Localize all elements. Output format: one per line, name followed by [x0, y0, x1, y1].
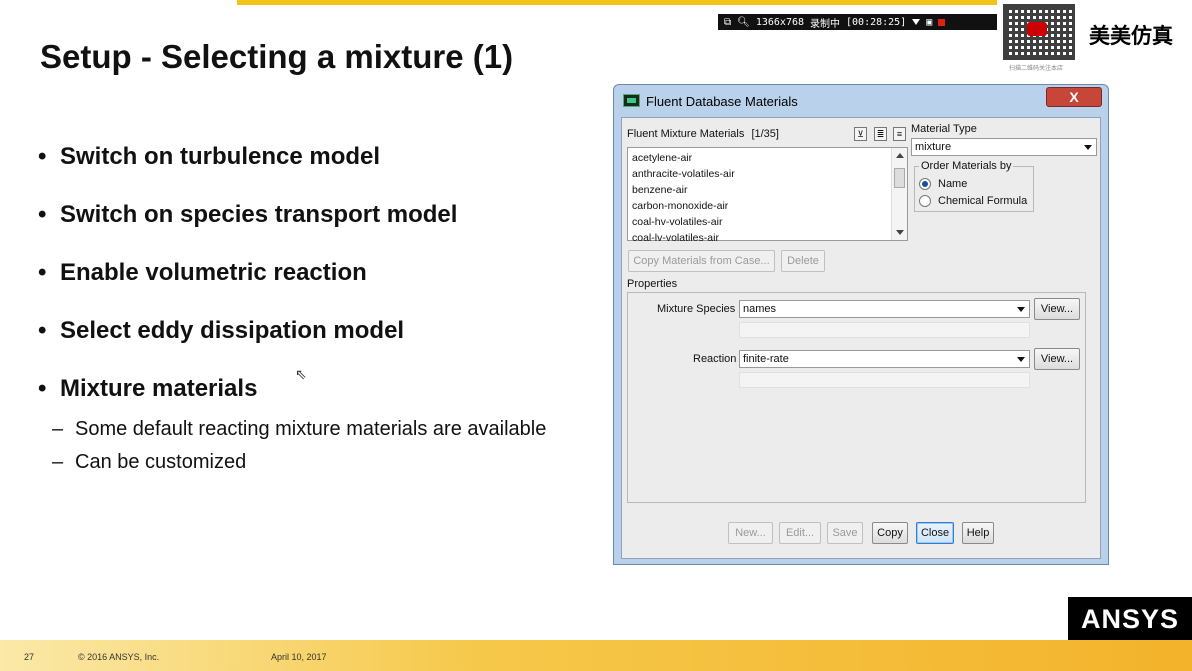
recorder-time: [00:28:25] [846, 16, 907, 28]
mixture-species-value: names [743, 303, 777, 315]
new-button[interactable]: New... [728, 522, 773, 544]
watermark-brand: 美美仿真 [1089, 24, 1173, 48]
reaction-view-button[interactable]: View... [1034, 348, 1080, 370]
qr-logo-icon [1027, 22, 1047, 36]
close-button[interactable]: Close [916, 522, 954, 544]
screen-recorder-bar: ⧉ 🔍︎ 1366x768 录制中 [00:28:25] ▣ [718, 14, 998, 30]
dash-marker: – [52, 451, 64, 473]
window-close-button[interactable]: X [1046, 87, 1102, 107]
recorder-resolution: 1366x768 [755, 16, 805, 28]
order-materials-label: Order Materials by [919, 160, 1014, 172]
copyright: © 2016 ANSYS, Inc. [78, 652, 160, 662]
list-label-text: Fluent Mixture Materials [627, 128, 745, 140]
dialog-titlebar[interactable]: Fluent Database Materials X [614, 85, 1108, 117]
slide-title: Setup - Selecting a mixture (1) [40, 38, 514, 75]
list-item[interactable]: coal-lv-volatiles-air [628, 230, 907, 246]
stop-icon [938, 18, 946, 26]
order-formula-label: Chemical Formula [938, 195, 1028, 207]
reaction-select[interactable]: finite-rate [739, 350, 1030, 368]
top-accent-stripe [237, 0, 997, 5]
mixture-materials-label: Fluent Mixture Materials [1/35] [627, 128, 779, 140]
bullet-item: Switch on species transport model [38, 201, 558, 259]
watermark: 美美仿真 扫描二维码关注本店 [997, 0, 1192, 75]
mixture-species-view-button[interactable]: View... [1034, 298, 1080, 320]
window-icon: ⧉ [724, 16, 732, 28]
save-button[interactable]: Save [827, 522, 863, 544]
camera-icon: ▣ [926, 16, 933, 28]
order-name-radio[interactable] [919, 178, 931, 190]
reaction-edit-field [739, 372, 1030, 388]
list-item[interactable]: coal-hv-volatiles-air [628, 214, 907, 230]
material-type-select[interactable]: mixture [911, 138, 1097, 156]
material-type-value: mixture [915, 141, 952, 153]
bullet-item: Switch on turbulence model [38, 143, 558, 201]
page-number: 27 [24, 652, 35, 662]
copy-materials-from-case-button[interactable]: Copy Materials from Case... [628, 250, 775, 272]
bullet-item: Enable volumetric reaction [38, 259, 558, 317]
sub-bullet-item: – Can be customized [38, 448, 558, 476]
mixture-species-label: Mixture Species [657, 303, 736, 315]
sub-bullet-text: Some default reacting mixture materials … [75, 418, 547, 440]
slide-footer: 27 © 2016 ANSYS, Inc. April 10, 2017 [0, 640, 1192, 671]
properties-label: Properties [627, 278, 678, 290]
chevron-down-icon [1084, 145, 1092, 150]
fluent-app-icon [623, 94, 640, 107]
slide-date: April 10, 2017 [271, 652, 327, 662]
scroll-up-icon[interactable] [896, 153, 904, 158]
fluent-database-materials-dialog: Fluent Database Materials X Fluent Mixtu… [613, 84, 1109, 565]
watermark-caption: 扫描二维码关注本店 [1009, 65, 1064, 72]
mixture-species-select[interactable]: names [739, 300, 1030, 318]
chevron-down-icon [1017, 357, 1025, 362]
mixture-species-edit-field [739, 322, 1030, 338]
material-type-label: Material Type [911, 123, 977, 135]
reaction-value: finite-rate [743, 353, 789, 365]
list-scrollbar[interactable] [891, 148, 907, 240]
order-formula-radio[interactable] [919, 195, 931, 207]
reaction-label: Reaction [693, 353, 737, 365]
sub-bullet-text: Can be customized [75, 451, 247, 473]
delete-button[interactable]: Delete [781, 250, 825, 272]
list-item[interactable]: anthracite-volatiles-air [628, 166, 907, 182]
select-all-icon[interactable]: ⊻ [854, 127, 867, 141]
order-name-label: Name [938, 178, 968, 190]
sub-bullet-item: – Some default reacting mixture material… [38, 415, 558, 443]
dialog-client-area: Fluent Mixture Materials [1/35] ⊻ ≣ ≡ ac… [621, 117, 1101, 559]
scroll-thumb[interactable] [894, 168, 905, 188]
dialog-title: Fluent Database Materials [646, 94, 798, 109]
copy-button[interactable]: Copy [872, 522, 908, 544]
dropdown-icon [912, 19, 921, 25]
list-options-icon[interactable]: ≣ [874, 127, 887, 141]
list-item[interactable]: benzene-air [628, 182, 907, 198]
bullet-list: Switch on turbulence model Switch on spe… [38, 143, 558, 476]
dash-marker: – [52, 418, 64, 440]
list-item[interactable]: carbon-monoxide-air [628, 198, 907, 214]
recorder-status: 录制中 [810, 18, 841, 30]
help-button[interactable]: Help [962, 522, 994, 544]
magnifier-icon: 🔍︎ [737, 16, 750, 28]
list-count: [1/35] [751, 128, 779, 140]
mouse-pointer-icon: ⇖ [295, 366, 307, 382]
edit-button[interactable]: Edit... [779, 522, 821, 544]
ansys-logo: ANSYS [1068, 597, 1192, 642]
chevron-down-icon [1017, 307, 1025, 312]
list-item[interactable]: acetylene-air [628, 150, 907, 166]
deselect-all-icon[interactable]: ≡ [893, 127, 906, 141]
mixture-materials-list[interactable]: acetylene-air anthracite-volatiles-air b… [627, 147, 908, 244]
scroll-down-icon[interactable] [896, 230, 904, 235]
